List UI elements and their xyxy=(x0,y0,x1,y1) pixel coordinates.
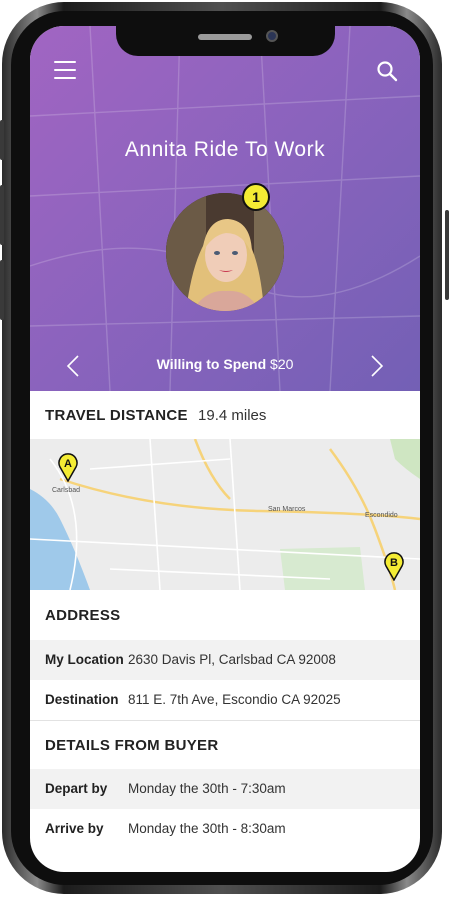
arrive-by-row: Arrive by Monday the 30th - 8:30am xyxy=(30,809,420,849)
search-icon[interactable] xyxy=(376,60,398,82)
phone-power-button xyxy=(445,210,449,300)
willing-to-spend: Willing to Spend $20 xyxy=(30,356,420,372)
phone-notch xyxy=(116,26,335,56)
divider xyxy=(30,720,420,721)
row-key: My Location xyxy=(45,652,124,667)
phone-side-button xyxy=(0,260,4,320)
ride-header: Annita Ride To Work 1 Willing to Spend $… xyxy=(30,26,420,391)
destination-row: Destination 811 E. 7th Ave, Escondio CA … xyxy=(30,680,420,720)
phone-side-button xyxy=(0,120,4,160)
map-label-escondido: Escondido xyxy=(365,512,398,519)
row-value: Monday the 30th - 7:30am xyxy=(128,781,286,796)
row-key: Arrive by xyxy=(45,821,104,836)
my-location-row: My Location 2630 Davis Pl, Carlsbad CA 9… xyxy=(30,640,420,680)
row-key: Depart by xyxy=(45,781,108,796)
app-screen: Annita Ride To Work 1 Willing to Spend $… xyxy=(30,26,420,872)
address-title: ADDRESS xyxy=(45,607,121,624)
row-value: 2630 Davis Pl, Carlsbad CA 92008 xyxy=(128,652,336,667)
travel-distance-label: TRAVEL DISTANCE xyxy=(45,407,188,424)
spend-value: $20 xyxy=(270,356,294,372)
page-title: Annita Ride To Work xyxy=(124,138,326,161)
pin-b-icon[interactable]: B xyxy=(383,551,405,581)
route-map[interactable]: Carlsbad San Marcos Escondido A B xyxy=(30,439,420,590)
row-value: Monday the 30th - 8:30am xyxy=(128,821,286,836)
row-key: Destination xyxy=(45,692,119,707)
profile-photo xyxy=(166,193,284,311)
avatar xyxy=(166,193,284,311)
travel-distance-value: 19.4 miles xyxy=(198,407,267,424)
pin-b-label: B xyxy=(390,557,398,569)
hamburger-menu-icon[interactable] xyxy=(54,61,76,79)
travel-distance: TRAVEL DISTANCE 19.4 miles xyxy=(45,407,266,424)
depart-by-row: Depart by Monday the 30th - 7:30am xyxy=(30,769,420,809)
details-title: DETAILS FROM BUYER xyxy=(45,737,219,754)
pin-a-label: A xyxy=(64,458,72,470)
notification-badge: 1 xyxy=(242,183,270,211)
camera-icon xyxy=(266,30,278,42)
spend-label: Willing to Spend xyxy=(156,356,267,372)
speaker-grille xyxy=(198,34,252,40)
map-label-san-marcos: San Marcos xyxy=(268,506,306,513)
map-graphic: Carlsbad San Marcos Escondido xyxy=(30,439,420,590)
phone-side-button xyxy=(0,185,4,245)
map-label-carlsbad: Carlsbad xyxy=(52,487,80,494)
pin-a-icon[interactable]: A xyxy=(57,452,79,482)
row-value: 811 E. 7th Ave, Escondio CA 92025 xyxy=(128,692,341,707)
